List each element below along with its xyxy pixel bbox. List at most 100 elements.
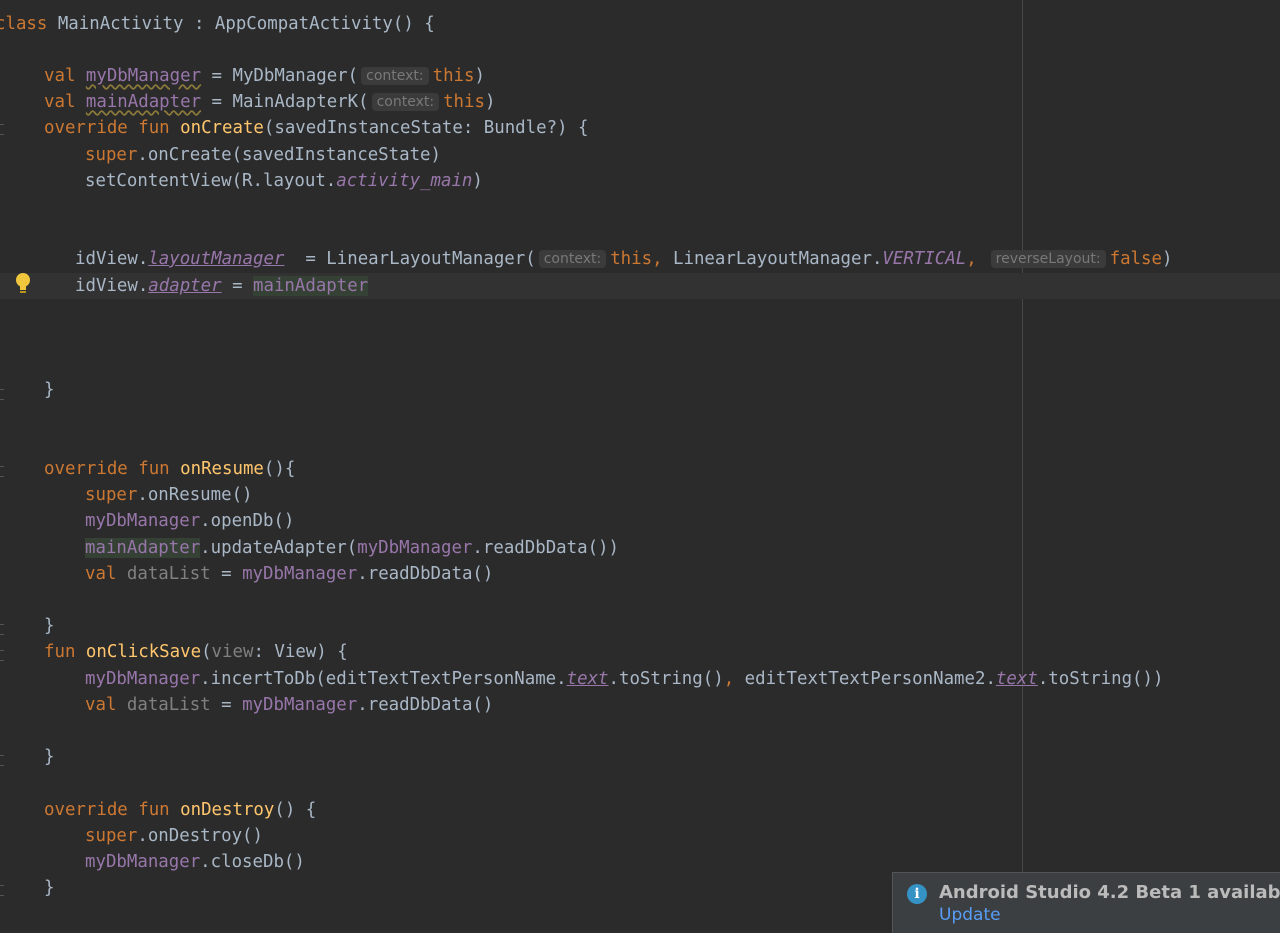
code-text: () { bbox=[274, 800, 317, 820]
code-text: ) bbox=[474, 66, 485, 86]
code-line-closedb[interactable]: myDbManager.closeDb() bbox=[85, 849, 305, 875]
function-name: onResume bbox=[180, 459, 264, 479]
fold-marker[interactable] bbox=[0, 466, 4, 477]
code-line-onclicksave[interactable]: fun onClickSave(view: View) { bbox=[44, 639, 348, 665]
fold-marker[interactable] bbox=[0, 124, 4, 135]
code-text: idView. bbox=[75, 276, 149, 296]
parameter-hint: context: bbox=[361, 67, 429, 85]
code-line-mainadapter[interactable]: val mainAdapter = MainAdapterK(context: t… bbox=[44, 89, 495, 115]
fold-marker[interactable] bbox=[0, 885, 4, 896]
fold-marker[interactable] bbox=[0, 650, 4, 661]
code-text: } bbox=[44, 878, 55, 898]
keyword: val bbox=[85, 564, 127, 584]
code-text: } bbox=[44, 747, 55, 767]
code-text: : View) { bbox=[253, 642, 348, 662]
keyword: val bbox=[44, 92, 86, 112]
code-line-mydbmanager[interactable]: val myDbManager = MyDbManager(context: th… bbox=[44, 63, 485, 89]
code-text: .closeDb() bbox=[200, 852, 305, 872]
code-text: .readDbData()) bbox=[472, 538, 619, 558]
unused-variable: dataList bbox=[126, 564, 211, 584]
code-line-brace[interactable]: } bbox=[44, 613, 54, 639]
keyword: super bbox=[85, 145, 138, 165]
code-text: editTextTextPersonName2. bbox=[734, 669, 996, 689]
code-text: (){ bbox=[263, 459, 296, 479]
code-text: .onResume() bbox=[137, 485, 253, 505]
code-text: ( bbox=[201, 642, 212, 662]
info-icon: i bbox=[907, 884, 927, 904]
code-text: .onDestroy() bbox=[137, 826, 263, 846]
code-text: .toString()) bbox=[1037, 669, 1164, 689]
keyword: override fun bbox=[44, 800, 181, 820]
fold-marker[interactable] bbox=[0, 389, 4, 400]
lightbulb-icon[interactable] bbox=[14, 272, 32, 296]
code-line-super-onresume[interactable]: super.onResume() bbox=[85, 482, 253, 508]
keyword: fun bbox=[44, 642, 86, 662]
property-ref: myDbManager bbox=[85, 669, 201, 689]
code-line-updateadapter[interactable]: mainAdapter.updateAdapter(myDbManager.re… bbox=[85, 535, 619, 561]
constant: VERTICAL bbox=[882, 249, 967, 269]
keyword: false bbox=[1109, 249, 1162, 269]
code-line-ondestroy[interactable]: override fun onDestroy() { bbox=[44, 797, 316, 823]
code-text: = MyDbManager( bbox=[201, 66, 359, 86]
update-link[interactable]: Update bbox=[939, 905, 1001, 925]
code-text: (savedInstanceState: Bundle?) { bbox=[263, 118, 589, 138]
notification-title: Android Studio 4.2 Beta 1 available bbox=[939, 882, 1280, 903]
property-ref: myDbManager bbox=[242, 564, 358, 584]
keyword: override fun bbox=[44, 118, 181, 138]
code-text: } bbox=[44, 616, 55, 636]
code-line-datalist[interactable]: val dataList = myDbManager.readDbData() bbox=[85, 692, 493, 718]
code-line-layoutmanager[interactable]: idView.layoutManager = LinearLayoutManag… bbox=[75, 246, 1172, 272]
code-text: = bbox=[221, 276, 254, 296]
code-line-setcontentview[interactable]: setContentView(R.layout.activity_main) bbox=[85, 168, 483, 194]
code-line-class-decl[interactable]: class MainActivity : AppCompatActivity()… bbox=[0, 11, 435, 37]
right-margin-guide bbox=[1022, 0, 1023, 920]
code-text: = bbox=[210, 564, 243, 584]
code-text: .readDbData() bbox=[357, 695, 494, 715]
fold-marker[interactable] bbox=[0, 624, 4, 635]
code-line-brace[interactable]: } bbox=[44, 377, 54, 403]
property-ref: myDbManager bbox=[85, 852, 201, 872]
code-line-oncreate[interactable]: override fun onCreate(savedInstanceState… bbox=[44, 115, 588, 141]
code-text: ) bbox=[484, 92, 496, 112]
code-line-brace[interactable]: } bbox=[44, 744, 54, 770]
fold-marker[interactable] bbox=[0, 755, 4, 766]
code-line-incerttodb[interactable]: myDbManager.incertToDb(editTextTextPerso… bbox=[85, 666, 1163, 692]
code-line-super-oncreate[interactable]: super.onCreate(savedInstanceState) bbox=[85, 142, 441, 168]
keyword: super bbox=[85, 826, 138, 846]
code-line-opendb[interactable]: myDbManager.openDb() bbox=[85, 508, 294, 534]
synthetic-property: text bbox=[566, 669, 609, 689]
code-text: .onCreate(savedInstanceState) bbox=[137, 145, 441, 165]
unused-variable: dataList bbox=[126, 695, 211, 715]
property-ref: myDbManager bbox=[242, 695, 358, 715]
code-text: LinearLayoutManager. bbox=[662, 249, 883, 269]
property-name: myDbManager bbox=[85, 66, 202, 86]
code-text: = MainAdapterK( bbox=[201, 92, 369, 112]
code-line-datalist[interactable]: val dataList = myDbManager.readDbData() bbox=[85, 561, 493, 587]
code-line-adapter: idView.adapter = mainAdapter bbox=[75, 273, 369, 299]
function-name: onDestroy bbox=[180, 800, 275, 820]
code-editor[interactable]: class MainActivity : AppCompatActivity()… bbox=[0, 0, 1280, 920]
parameter-hint: reverseLayout: bbox=[990, 250, 1106, 268]
synthetic-property: adapter bbox=[148, 276, 222, 296]
synthetic-property: layoutManager bbox=[148, 249, 285, 269]
keyword: val bbox=[44, 66, 86, 86]
code-text: .updateAdapter( bbox=[200, 538, 358, 558]
code-text: .openDb() bbox=[200, 511, 295, 531]
keyword: this bbox=[443, 92, 485, 112]
code-text: ) bbox=[472, 171, 483, 191]
code-text: .readDbData() bbox=[357, 564, 494, 584]
code-line-brace[interactable]: } bbox=[44, 875, 54, 901]
property-ref: myDbManager bbox=[357, 538, 473, 558]
update-notification[interactable]: i Android Studio 4.2 Beta 1 available Up… bbox=[892, 872, 1280, 933]
keyword: class bbox=[0, 14, 48, 34]
code-line-super-ondestroy[interactable]: super.onDestroy() bbox=[85, 823, 263, 849]
code-line-onresume[interactable]: override fun onResume(){ bbox=[44, 456, 295, 482]
keyword: val bbox=[85, 695, 127, 715]
code-text: .toString() bbox=[608, 669, 724, 689]
code-text: = LinearLayoutManager( bbox=[284, 249, 536, 269]
punctuation: , bbox=[723, 669, 735, 689]
code-line-current[interactable]: idView.adapter = mainAdapter bbox=[0, 273, 1280, 299]
class-declaration: MainActivity : AppCompatActivity() { bbox=[47, 14, 435, 34]
keyword: this bbox=[432, 66, 475, 86]
highlighted-reference: mainAdapter bbox=[253, 276, 369, 296]
